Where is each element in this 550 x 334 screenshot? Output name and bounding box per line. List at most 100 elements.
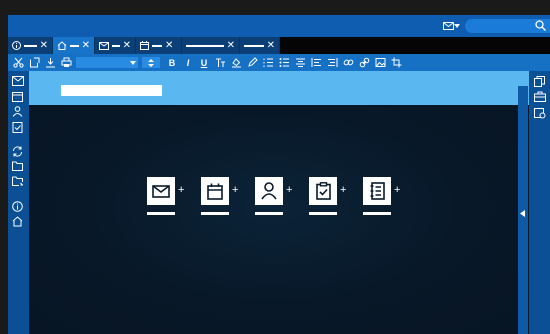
- close-icon[interactable]: ✕: [123, 40, 131, 51]
- tab-label: [112, 44, 120, 47]
- new-contact-launcher[interactable]: +: [255, 177, 292, 215]
- close-icon[interactable]: ✕: [40, 40, 48, 51]
- align-right-icon[interactable]: [326, 57, 338, 69]
- tab-label: [152, 44, 162, 47]
- font-family-select[interactable]: [76, 57, 138, 68]
- tab-label: [70, 44, 79, 47]
- chevron-down-icon: [130, 60, 136, 65]
- mail-icon: [99, 41, 109, 50]
- tab-bar: ✕ ✕ ✕ ✕ ✕ ✕: [8, 37, 550, 54]
- italic-button[interactable]: I: [182, 57, 194, 69]
- tab-label: [186, 44, 224, 47]
- calendar-icon: [140, 41, 149, 50]
- mail-tile[interactable]: [147, 177, 175, 205]
- launcher-label: [363, 212, 391, 215]
- home-icon: [57, 41, 67, 50]
- close-icon[interactable]: ✕: [267, 40, 275, 51]
- tab-mail[interactable]: ✕: [95, 37, 136, 54]
- calendar-tile[interactable]: [201, 177, 229, 205]
- font-size-select[interactable]: [142, 57, 160, 68]
- stepper-icon: [148, 58, 154, 67]
- new-note-launcher[interactable]: +: [363, 177, 400, 215]
- tab-info[interactable]: ✕: [8, 37, 53, 54]
- new-event-launcher[interactable]: +: [201, 177, 238, 215]
- close-icon[interactable]: ✕: [227, 40, 235, 51]
- contact-icon[interactable]: [12, 106, 24, 118]
- tasks-icon: [315, 182, 331, 200]
- info-icon[interactable]: [12, 201, 24, 213]
- plus-icon[interactable]: +: [394, 183, 400, 197]
- launcher-label: [255, 212, 283, 215]
- chevron-left-icon[interactable]: [520, 210, 525, 217]
- plus-icon[interactable]: +: [178, 183, 184, 197]
- sync-icon[interactable]: [12, 146, 24, 158]
- mail-icon[interactable]: [12, 76, 24, 88]
- quick-create-launchers: + + + + +: [147, 177, 400, 215]
- numbered-list-icon[interactable]: [262, 57, 274, 69]
- new-task-launcher[interactable]: +: [309, 177, 346, 215]
- editor-toolbar: B I U: [8, 54, 550, 71]
- print-icon[interactable]: [60, 57, 72, 69]
- copy-icon[interactable]: [534, 76, 546, 88]
- content-header: [29, 71, 529, 105]
- tab-label: [24, 44, 37, 47]
- contact-icon: [261, 182, 277, 200]
- tab-bar-empty: [280, 37, 550, 54]
- tasks-icon[interactable]: [12, 121, 24, 133]
- folder-icon[interactable]: [12, 161, 24, 173]
- underline-button[interactable]: U: [198, 57, 210, 69]
- title-field[interactable]: [61, 85, 162, 96]
- close-icon[interactable]: ✕: [165, 40, 173, 51]
- align-center-icon[interactable]: [294, 57, 306, 69]
- tab-untitled-1[interactable]: ✕: [182, 37, 240, 54]
- share-folder-icon[interactable]: [12, 176, 24, 188]
- home-icon[interactable]: [12, 216, 24, 228]
- tasks-tile[interactable]: [309, 177, 337, 205]
- bullet-list-icon[interactable]: [278, 57, 290, 69]
- calendar-icon: [207, 183, 223, 200]
- top-bar: [8, 15, 550, 37]
- contact-tile[interactable]: [255, 177, 283, 205]
- pen-icon[interactable]: [246, 57, 258, 69]
- tab-label: [244, 44, 264, 47]
- close-icon[interactable]: ✕: [82, 40, 90, 51]
- crop-icon[interactable]: [390, 57, 402, 69]
- plus-icon[interactable]: +: [340, 183, 346, 197]
- new-doc-icon[interactable]: [28, 57, 40, 69]
- launcher-label: [201, 212, 229, 215]
- search-icon[interactable]: [535, 20, 546, 31]
- mail-icon: [152, 184, 170, 198]
- calendar-settings-icon[interactable]: [534, 107, 546, 119]
- search-input[interactable]: [465, 19, 550, 33]
- mail-icon: [443, 22, 454, 30]
- right-panel-collapse[interactable]: [518, 86, 528, 334]
- notes-tile[interactable]: [363, 177, 391, 205]
- align-left-icon[interactable]: [310, 57, 322, 69]
- plus-icon[interactable]: +: [232, 183, 238, 197]
- left-sidebar: [8, 71, 29, 334]
- right-sidebar: [529, 71, 550, 334]
- mail-menu-button[interactable]: [443, 20, 463, 32]
- chevron-down-icon: [454, 24, 460, 28]
- text-style-icon[interactable]: [214, 57, 226, 69]
- bold-button[interactable]: B: [166, 57, 178, 69]
- notes-icon: [370, 182, 385, 200]
- fill-color-icon[interactable]: [230, 57, 242, 69]
- download-icon[interactable]: [44, 57, 56, 69]
- link-icon[interactable]: [342, 57, 354, 69]
- briefcase-icon[interactable]: [534, 91, 546, 103]
- main-content: + + + + +: [29, 105, 518, 334]
- launcher-label: [309, 212, 337, 215]
- app-window: ✕ ✕ ✕ ✕ ✕ ✕ B I U + + + + +: [8, 15, 550, 334]
- cut-icon[interactable]: [12, 57, 24, 69]
- calendar-icon[interactable]: [12, 91, 24, 103]
- tab-untitled-2[interactable]: ✕: [240, 37, 280, 54]
- launcher-label: [147, 212, 175, 215]
- tab-calendar[interactable]: ✕: [136, 37, 182, 54]
- plus-icon[interactable]: +: [286, 183, 292, 197]
- new-mail-launcher[interactable]: +: [147, 177, 184, 215]
- tab-home[interactable]: ✕: [53, 37, 95, 54]
- info-icon: [12, 41, 21, 50]
- image-icon[interactable]: [374, 57, 386, 69]
- unlink-icon[interactable]: [358, 57, 370, 69]
